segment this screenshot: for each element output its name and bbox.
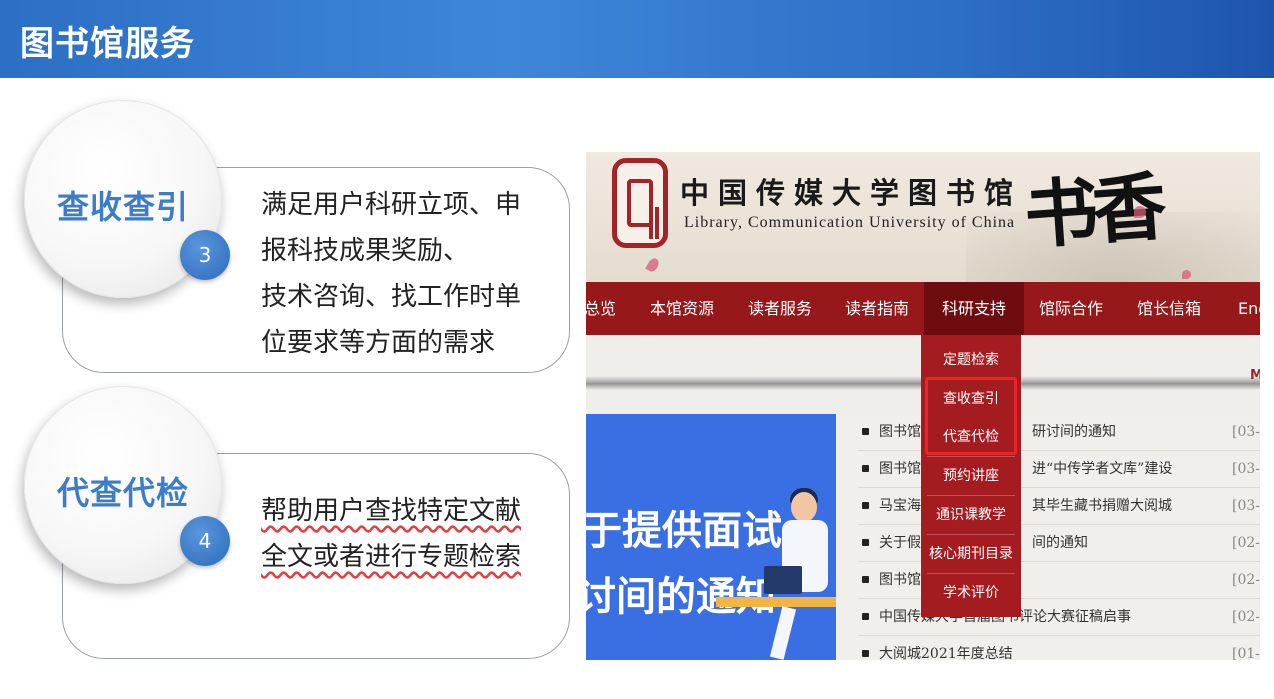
number-badge: 4 [180, 516, 230, 566]
desk-illustration [716, 597, 836, 607]
news-date: [03-2 [1232, 424, 1260, 440]
news-item[interactable]: 关于假期 间的通知 [02-2 [858, 525, 1260, 562]
petal-icon [1134, 206, 1146, 218]
bullet-icon [862, 576, 869, 583]
petal-icon [1182, 270, 1191, 279]
highlight-box [925, 377, 1017, 455]
page-title: 图书馆服务 [20, 24, 195, 64]
dropdown-item-academic-evaluation[interactable]: 学术评价 [921, 574, 1021, 612]
nav-item-resources[interactable]: 本馆资源 [650, 282, 714, 335]
news-date: [02-2 [1232, 535, 1260, 551]
number-badge: 3 [180, 230, 230, 280]
news-banner[interactable]: 于提供面试 讨间的通知 [586, 414, 836, 660]
news-title-tail: 研讨间的通知 [1032, 424, 1116, 440]
news-title-tail: 进“中传学者文库”建设 [1032, 461, 1173, 477]
nav-item-director-mailbox[interactable]: 馆长信箱 [1137, 282, 1201, 335]
news-date: [03-1 [1232, 498, 1260, 514]
news-date: [01-2 [1232, 646, 1260, 660]
website-header: 中国传媒大学图书馆 Library, Communication Univers… [586, 152, 1260, 282]
library-logo-icon [612, 158, 668, 248]
description-line: 帮助用户查找特定文献 [261, 496, 522, 526]
news-title-tail: 间的通知 [1032, 535, 1088, 551]
news-date: [02-2 [1232, 572, 1260, 588]
bullet-icon [862, 539, 869, 546]
news-item[interactable]: 图书馆开 [02-2 [858, 562, 1260, 599]
bullet-icon [862, 502, 869, 509]
bullet-icon [862, 465, 869, 472]
description-line: 全文或者进行专题检索 [261, 542, 522, 572]
news-date: [02-2 [1232, 609, 1260, 625]
bullet-icon [862, 428, 869, 435]
news-item[interactable]: 马宝海老 其毕生藏书捐赠大阅城 [03-1 [858, 488, 1260, 525]
news-item[interactable]: 图书馆关 研讨间的通知 [03-2 [858, 414, 1260, 451]
dropdown-item-general-course[interactable]: 通识课教学 [921, 496, 1021, 534]
nav-item-research-support[interactable]: 科研支持 [924, 282, 1025, 335]
service-description: 帮助用户查找特定文献 全文或者进行专题检索 [261, 488, 551, 580]
news-date: [03-2 [1232, 461, 1260, 477]
news-item[interactable]: 中国传媒大学首届图书评论大赛征稿启事 [02-2 [858, 599, 1260, 636]
person-illustration [791, 492, 817, 522]
nav-item-reader-guide[interactable]: 读者指南 [845, 282, 909, 335]
service-description: 满足用户科研立项、申 报科技成果奖励、 技术咨询、找工作时单 位要求等方面的需求 [261, 182, 551, 366]
petal-icon [645, 256, 661, 274]
dropdown-item-topic-search[interactable]: 定题检索 [921, 341, 1021, 379]
nav-item-reader-services[interactable]: 读者服务 [748, 282, 812, 335]
description-line: 满足用户科研立项、申 [261, 190, 522, 220]
news-item[interactable]: 大阅城2021年度总结 [01-2 [858, 636, 1260, 660]
dropdown-item-lecture-booking[interactable]: 预约讲座 [921, 457, 1021, 495]
nav-item-english[interactable]: Eng [1238, 282, 1260, 335]
nav-item-overview[interactable]: 总览 [586, 282, 616, 335]
service-label: 代查代检 [56, 474, 189, 512]
library-name-en: Library, Communication University of Chi… [684, 214, 1016, 231]
news-item[interactable]: 图书馆启 进“中传学者文库”建设 [03-2 [858, 451, 1260, 488]
dropdown-item-core-journals[interactable]: 核心期刊目录 [921, 535, 1021, 573]
banner-line-2: 讨间的通知 [586, 574, 776, 620]
news-title: 大阅城2021年度总结 [879, 646, 1013, 660]
bullet-icon [862, 613, 869, 620]
bullet-icon [862, 650, 869, 657]
edge-letter: M [1250, 368, 1260, 383]
nav-item-interlibrary[interactable]: 馆际合作 [1039, 282, 1103, 335]
website-nav: 总览 本馆资源 读者服务 读者指南 科研支持 馆际合作 馆长信箱 Eng [586, 282, 1260, 335]
header-bar: 图书馆服务 [0, 0, 1274, 78]
library-website-screenshot: 中国传媒大学图书馆 Library, Communication Univers… [586, 152, 1260, 660]
slide: 图书馆服务 满足用户科研立项、申 报科技成果奖励、 技术咨询、找工作时单 位要求… [0, 0, 1274, 699]
banner-line-1: 于提供面试 [586, 508, 782, 554]
description-line: 位要求等方面的需求 [261, 328, 496, 358]
laptop-icon [764, 566, 802, 594]
description-line: 报科技成果奖励、 [261, 236, 470, 266]
service-label: 查收查引 [56, 188, 189, 226]
description-line: 技术咨询、找工作时单 [261, 282, 522, 312]
library-name-cn: 中国传媒大学图书馆 [680, 176, 1023, 210]
news-title-tail: 其毕生藏书捐赠大阅城 [1032, 498, 1172, 514]
